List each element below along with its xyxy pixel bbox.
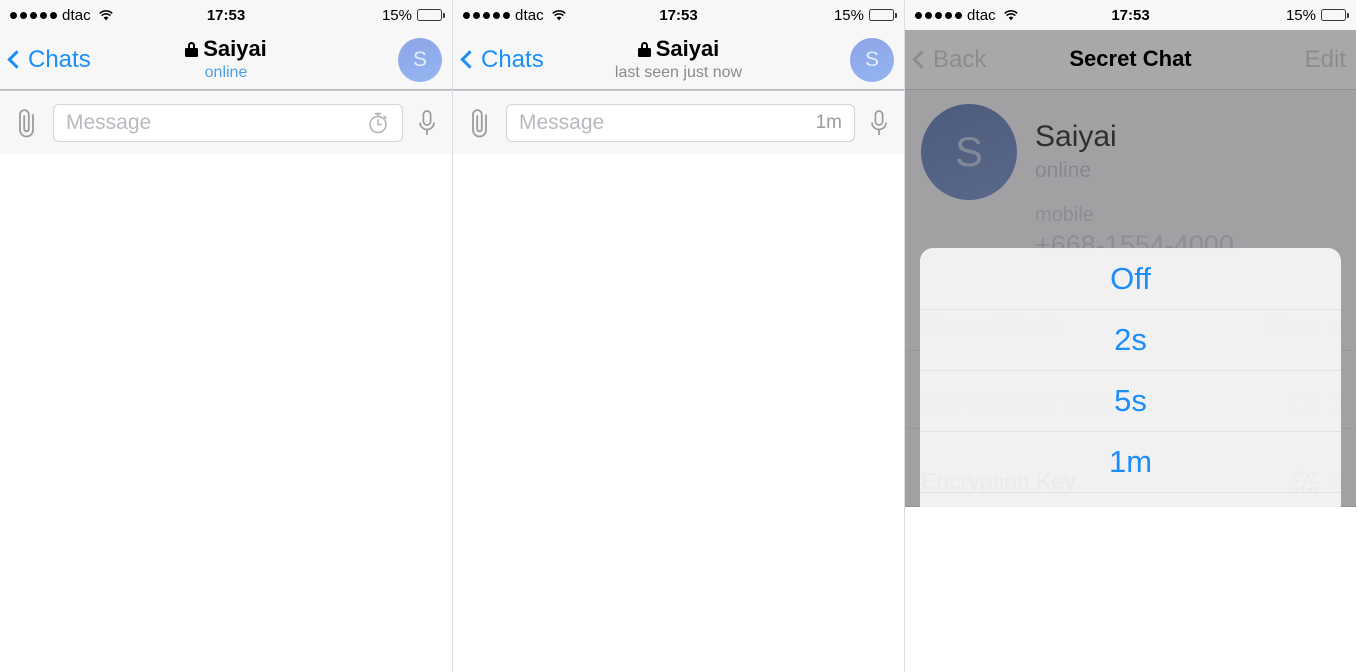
chevron-left-icon — [460, 50, 479, 69]
navigation-bar: Back Secret Chat Edit — [905, 30, 1356, 90]
message-input-bar: Message 1m — [453, 90, 904, 154]
contact-name: Saiyai — [655, 36, 720, 62]
search-input[interactable]: Message — [53, 103, 403, 142]
nav-title-block: Secret Chat — [995, 30, 1266, 89]
contact-name: Saiyai — [203, 36, 267, 62]
message-input-bar: Message — [0, 90, 452, 154]
search-input[interactable]: Message 1m — [506, 103, 855, 142]
self-destruct-timer-icon[interactable] — [366, 111, 390, 135]
nav-right[interactable]: S — [850, 37, 894, 82]
status-bar: dtac 17:53 15% — [905, 0, 1356, 30]
timer-option-5s[interactable]: 5s — [920, 370, 1341, 431]
lock-icon — [185, 41, 199, 57]
self-destruct-timer-action-sheet: Off 2s 5s 1m 1h 1d 1w — [920, 248, 1341, 507]
battery-icon — [1321, 9, 1350, 21]
contact-status: online — [204, 63, 248, 81]
battery-icon — [417, 9, 446, 21]
message-input-placeholder: Message — [519, 110, 605, 134]
message-input-placeholder: Message — [66, 110, 152, 134]
status-bar: dtac 17:53 15% — [453, 0, 904, 30]
back-button-label: Chats — [28, 45, 91, 73]
timer-option-1h[interactable]: 1h — [920, 492, 1341, 507]
page-title: Saiyai — [185, 37, 267, 61]
paperclip-icon[interactable] — [467, 106, 493, 140]
battery-percent-label: 15% — [833, 6, 864, 24]
battery-icon — [869, 9, 898, 21]
lock-icon — [637, 41, 651, 57]
battery-percent-label: 15% — [1285, 6, 1316, 24]
back-to-chats-button[interactable]: Chats — [7, 45, 91, 74]
avatar[interactable]: S — [850, 37, 894, 82]
timer-option-2s[interactable]: 2s — [920, 309, 1341, 370]
timer-option-1m[interactable]: 1m — [920, 431, 1341, 492]
edit-button[interactable]: Edit — [1305, 46, 1346, 74]
microphone-icon[interactable] — [416, 106, 438, 140]
status-bar: dtac 17:53 15% — [0, 0, 452, 30]
self-destruct-timer-value[interactable]: 1m — [816, 112, 842, 134]
nav-right[interactable]: S — [398, 37, 442, 82]
avatar[interactable]: S — [398, 37, 442, 82]
nav-title-block: Saiyai last seen just now — [543, 30, 814, 89]
chevron-left-icon — [912, 50, 931, 69]
back-button-label: Chats — [481, 45, 544, 73]
paperclip-icon[interactable] — [14, 106, 40, 140]
chevron-left-icon — [7, 50, 26, 69]
panel-secret-chat-intro: dtac 17:53 15% Chats Saiyai online S Mes… — [0, 0, 452, 672]
back-button[interactable]: Back — [912, 45, 987, 74]
nav-title-block: Saiyai online — [90, 30, 362, 89]
screenshot-root: dtac 17:53 15% Chats Saiyai online S Mes… — [0, 0, 1358, 672]
back-to-chats-button[interactable]: Chats — [460, 45, 544, 74]
battery-percent-label: 15% — [381, 6, 412, 24]
timer-option-off[interactable]: Off — [920, 248, 1341, 309]
navigation-bar: Chats Saiyai online S — [0, 30, 452, 90]
contact-status: last seen just now — [614, 63, 743, 81]
back-button-label: Back — [933, 45, 987, 73]
status-bar-right: 15% — [833, 6, 898, 24]
page-title: Secret Chat — [1069, 47, 1191, 71]
microphone-icon[interactable] — [868, 106, 890, 140]
nav-right[interactable]: Edit — [1305, 46, 1346, 74]
navigation-bar: Chats Saiyai last seen just now S — [453, 30, 904, 90]
status-bar-right: 15% — [1285, 6, 1350, 24]
contact-profile: S Saiyai online mobile +668-1554-4000 Sh… — [905, 90, 1356, 507]
panel-secret-chat-settings: dtac 17:53 15% Back Secret Chat Edit Off… — [904, 0, 1356, 672]
page-title: Saiyai — [637, 36, 720, 62]
status-bar-right: 15% — [381, 6, 446, 24]
page-title-label: Secret Chat — [1069, 46, 1192, 72]
panel-secret-chat-conversation: dtac 17:53 15% Chats Saiyai last seen ju… — [452, 0, 904, 672]
